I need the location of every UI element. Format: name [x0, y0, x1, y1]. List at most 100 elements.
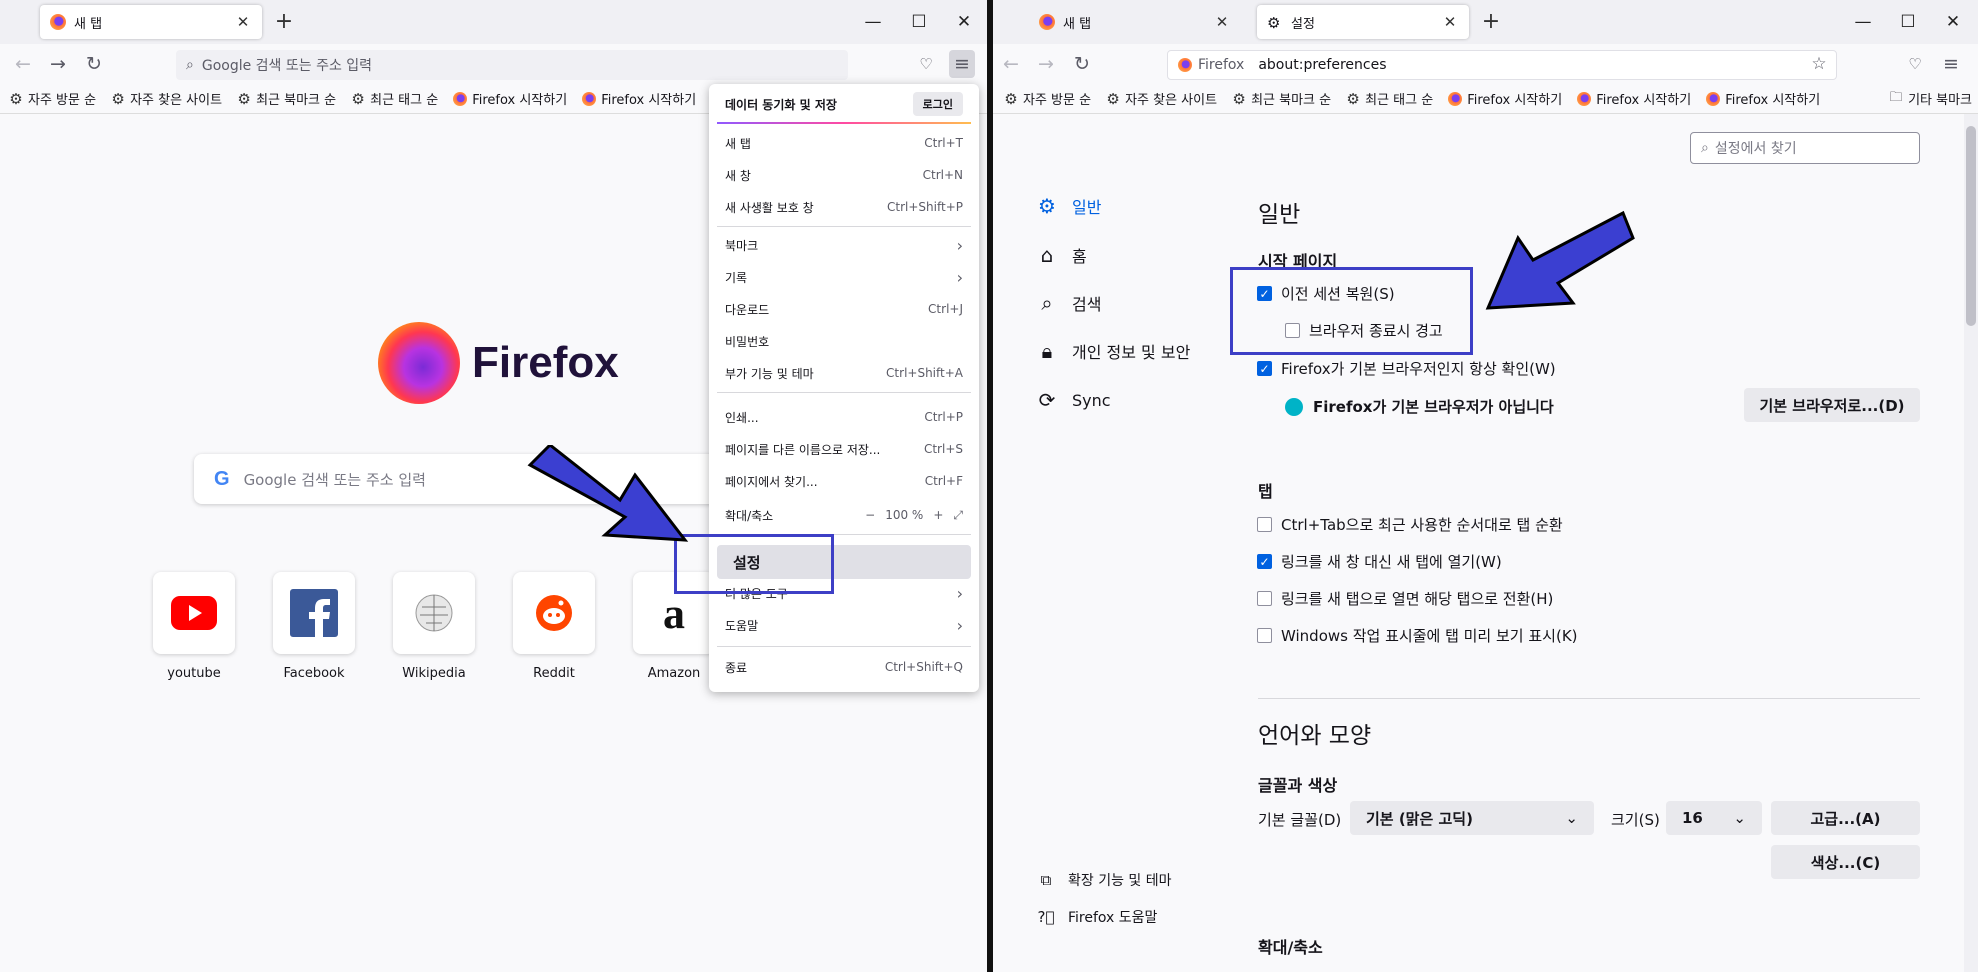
sidebar-item-home[interactable]: ⌂ 홈 [1034, 243, 1087, 267]
lock-icon: 🔒︎ [1041, 339, 1053, 363]
sync-icon: ⟳ [1038, 388, 1056, 412]
menu-item-bookmarks[interactable]: 북마크 › [717, 230, 971, 260]
topsite-youtube[interactable]: youtube [153, 572, 235, 681]
zoom-out-button[interactable]: − [865, 508, 875, 522]
bookmark-item[interactable]: ⚙ 최근 북마크 순 [236, 89, 336, 109]
puzzle-icon: ⧉ [1040, 871, 1052, 889]
back-icon[interactable]: ← [10, 52, 36, 76]
menu-item-help[interactable]: 도움말 › [717, 610, 971, 640]
sidebar-link-help[interactable]: ?⃝ Firefox 도움말 [1036, 907, 1158, 927]
checkbox-open-links-in-tabs[interactable]: ✓ 링크를 새 창 대신 새 탭에 열기(W) [1257, 551, 1502, 572]
close-tab-icon[interactable]: ✕ [234, 13, 252, 31]
topsite-reddit[interactable]: Reddit [513, 572, 595, 681]
bookmark-item[interactable]: Firefox 시작하기 [1576, 89, 1691, 108]
zoom-in-button[interactable]: + [933, 508, 943, 522]
firefox-logo-icon [378, 322, 460, 404]
menu-item-new-window[interactable]: 새 창 Ctrl+N [717, 160, 971, 190]
bookmark-item[interactable]: ⚙ 자주 방문 순 [8, 89, 96, 109]
menu-item-addons[interactable]: 부가 기능 및 테마 Ctrl+Shift+A [717, 358, 971, 388]
gear-icon: ⚙ [1106, 89, 1120, 108]
scrollbar-thumb[interactable] [1966, 126, 1976, 326]
bookmark-item[interactable]: ⚙ 자주 방문 순 [1003, 89, 1091, 109]
help-icon: ?⃝ [1037, 908, 1055, 926]
other-bookmarks[interactable]: 🗀 기타 북마크 [1888, 89, 1972, 109]
bookmark-star-icon[interactable]: ☆ [1806, 52, 1832, 76]
topsite-wikipedia[interactable]: Wikipedia [393, 572, 475, 681]
pocket-icon[interactable]: ♡ [1902, 52, 1928, 76]
checkbox-switch-to-tab[interactable]: 링크를 새 탭으로 열면 해당 탭으로 전환(H) [1257, 588, 1553, 609]
back-icon[interactable]: ← [998, 52, 1024, 76]
google-icon: G [214, 467, 230, 490]
bookmark-item[interactable]: ⚙ 자주 찾은 사이트 [1105, 89, 1217, 109]
reload-icon[interactable]: ↻ [1069, 52, 1095, 76]
menu-item-downloads[interactable]: 다운로드 Ctrl+J [717, 294, 971, 324]
bookmark-item[interactable]: ⚙ 최근 태그 순 [350, 89, 438, 109]
colors-button[interactable]: 색상...(C) [1771, 845, 1920, 879]
bookmark-item[interactable]: ⚙ 최근 북마크 순 [1231, 89, 1331, 109]
bookmark-item[interactable]: Firefox 시작하기 [581, 89, 696, 108]
close-tab-icon[interactable]: ✕ [1213, 13, 1231, 31]
checkbox-ctrl-tab[interactable]: Ctrl+Tab으로 최근 사용한 순서대로 탭 순환 [1257, 514, 1563, 535]
tab-new-tab[interactable]: 새 탭 ✕ [1029, 5, 1241, 39]
new-tab-button[interactable]: + [272, 10, 296, 34]
bookmark-item[interactable]: Firefox 시작하기 [1447, 89, 1562, 108]
font-size-select[interactable]: 16 ⌄ [1666, 801, 1762, 835]
topsite-facebook[interactable]: Facebook [273, 572, 355, 681]
new-tab-button[interactable]: + [1479, 10, 1503, 34]
bookmark-item[interactable]: Firefox 시작하기 [1705, 89, 1820, 108]
menu-item-find[interactable]: 페이지에서 찾기... Ctrl+F [717, 466, 971, 496]
menu-item-print[interactable]: 인쇄... Ctrl+P [717, 402, 971, 432]
section-divider [1258, 698, 1920, 699]
settings-search-input[interactable]: ⌕ 설정에서 찾기 [1690, 132, 1920, 164]
maximize-button[interactable]: ☐ [904, 10, 934, 34]
highlight-box-settings [674, 534, 834, 594]
tab-settings[interactable]: ⚙ 설정 ✕ [1257, 5, 1469, 39]
pocket-icon[interactable]: ♡ [913, 52, 939, 76]
fullscreen-icon[interactable]: ⤢ [953, 508, 963, 523]
app-menu-button[interactable]: ≡ [1938, 52, 1964, 76]
close-window-button[interactable]: ✕ [949, 10, 979, 34]
default-font-select[interactable]: 기본 (맑은 고딕) ⌄ [1350, 801, 1594, 835]
minimize-button[interactable]: — [858, 10, 888, 34]
menu-item-new-tab[interactable]: 새 탭 Ctrl+T [717, 128, 971, 158]
menu-separator [717, 646, 971, 647]
menu-item-quit[interactable]: 종료 Ctrl+Shift+Q [717, 652, 971, 682]
sidebar-item-general[interactable]: ⚙ 일반 [1034, 194, 1101, 218]
app-menu-button[interactable]: ≡ [949, 50, 975, 78]
login-button[interactable]: 로그인 [912, 92, 963, 116]
forward-icon[interactable]: → [1033, 52, 1059, 76]
search-icon: ⌕ [1701, 140, 1709, 156]
font-size-label: 크기(S) [1611, 811, 1660, 829]
menu-item-history[interactable]: 기록 › [717, 262, 971, 292]
newtab-search-placeholder: Google 검색 또는 주소 입력 [243, 470, 426, 489]
checkbox-taskbar-previews[interactable]: Windows 작업 표시줄에 탭 미리 보기 표시(K) [1257, 625, 1578, 646]
menu-item-passwords[interactable]: 비밀번호 [717, 326, 971, 356]
topsite-label: Reddit [533, 666, 575, 681]
checkbox-check-default[interactable]: ✓ Firefox가 기본 브라우저인지 항상 확인(W) [1257, 358, 1556, 379]
menu-item-save-page[interactable]: 페이지를 다른 이름으로 저장... Ctrl+S [717, 434, 971, 464]
sidebar-item-search[interactable]: ⌕ 검색 [1034, 291, 1101, 315]
url-bar[interactable]: Firefox about:preferences [1167, 50, 1837, 80]
search-icon: ⌕ [186, 57, 194, 73]
reload-icon[interactable]: ↻ [81, 52, 107, 76]
advanced-fonts-button[interactable]: 고급...(A) [1771, 801, 1920, 835]
sidebar-link-addons[interactable]: ⧉ 확장 기능 및 테마 [1036, 870, 1172, 890]
url-bar[interactable]: ⌕ Google 검색 또는 주소 입력 [176, 50, 848, 80]
close-tab-icon[interactable]: ✕ [1441, 13, 1459, 31]
firefox-favicon-icon [1039, 14, 1055, 30]
make-default-button[interactable]: 기본 브라우저로...(D) [1744, 388, 1920, 422]
maximize-button[interactable]: ☐ [1893, 10, 1923, 34]
tab-new-tab[interactable]: 새 탭 ✕ [40, 5, 262, 39]
menu-sync-header[interactable]: 데이터 동기화 및 저장 로그인 [717, 88, 971, 120]
sidebar-item-sync[interactable]: ⟳ Sync [1034, 388, 1111, 412]
bookmark-item[interactable]: Firefox 시작하기 [452, 89, 567, 108]
forward-icon[interactable]: → [45, 52, 71, 76]
bookmark-item[interactable]: ⚙ 최근 태그 순 [1345, 89, 1433, 109]
menu-item-private-window[interactable]: 새 사생활 보호 창 Ctrl+Shift+P [717, 192, 971, 222]
firefox-favicon-icon [453, 91, 468, 106]
close-window-button[interactable]: ✕ [1938, 10, 1968, 34]
sidebar-item-privacy[interactable]: 🔒︎ 개인 정보 및 보안 [1034, 339, 1191, 363]
minimize-button[interactable]: — [1848, 10, 1878, 34]
section-tabs-title: 탭 [1258, 482, 1273, 501]
bookmark-item[interactable]: ⚙ 자주 찾은 사이트 [110, 89, 222, 109]
